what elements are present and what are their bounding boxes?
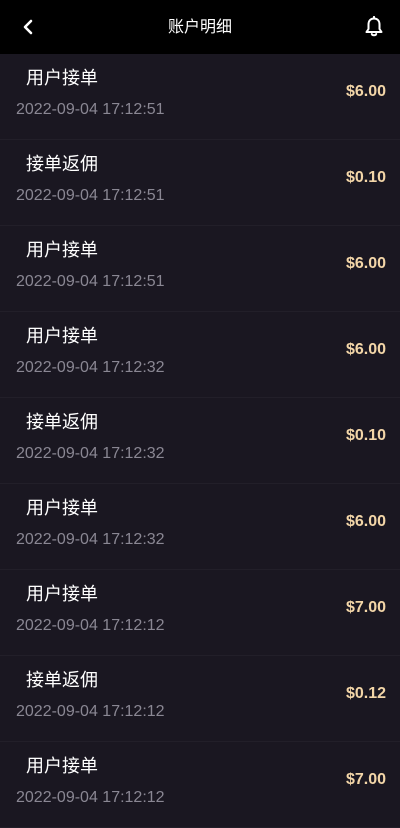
bell-icon	[365, 16, 383, 37]
record-time: 2022-09-04 17:12:12	[16, 789, 165, 806]
list-item[interactable]: 接单返佣 2022-09-04 17:12:12 $0.12	[0, 656, 400, 742]
list-item[interactable]: 接单返佣 2022-09-04 17:12:32 $0.10	[0, 398, 400, 484]
list-item[interactable]: 接单返佣 2022-09-04 17:12:51 $0.10	[0, 140, 400, 226]
record-amount: $6.00	[345, 513, 386, 530]
record-title: 用户接单	[26, 498, 98, 519]
list-item[interactable]: 用户接单 2022-09-04 17:12:32 $6.00	[0, 312, 400, 398]
record-amount: $6.00	[345, 341, 386, 358]
list-item[interactable]: 用户接单 2022-09-04 17:12:51 $6.00	[0, 54, 400, 140]
top-bar: 账户明细	[0, 0, 400, 54]
record-title: 用户接单	[26, 326, 98, 347]
record-amount: $0.10	[345, 169, 386, 186]
record-title: 用户接单	[26, 240, 98, 261]
record-time: 2022-09-04 17:12:51	[16, 273, 165, 290]
record-amount: $0.12	[345, 685, 386, 702]
record-time: 2022-09-04 17:12:12	[16, 617, 165, 634]
list-item[interactable]: 用户接单 2022-09-04 17:12:12 $7.00	[0, 570, 400, 656]
record-time: 2022-09-04 17:12:51	[16, 101, 165, 118]
record-title: 接单返佣	[26, 154, 98, 175]
record-amount: $7.00	[345, 771, 386, 788]
record-title: 用户接单	[26, 68, 98, 89]
record-amount: $6.00	[345, 255, 386, 272]
record-time: 2022-09-04 17:12:12	[16, 703, 165, 720]
record-time: 2022-09-04 17:12:51	[16, 187, 165, 204]
list-item[interactable]: 用户接单 2022-09-04 17:12:32 $6.00	[0, 484, 400, 570]
record-amount: $6.00	[345, 83, 386, 100]
record-amount: $7.00	[345, 599, 386, 616]
record-time: 2022-09-04 17:12:32	[16, 445, 165, 462]
record-time: 2022-09-04 17:12:32	[16, 359, 165, 376]
record-amount: $0.10	[345, 427, 386, 444]
list-item[interactable]: 用户接单 2022-09-04 17:12:51 $6.00	[0, 226, 400, 312]
page-title: 账户明细	[167, 17, 232, 36]
notification-button[interactable]	[360, 13, 388, 41]
record-time: 2022-09-04 17:12:32	[16, 531, 165, 548]
record-title: 接单返佣	[26, 670, 98, 691]
record-title: 用户接单	[26, 756, 98, 777]
record-title: 用户接单	[26, 584, 98, 605]
list-item[interactable]: 用户接单 2022-09-04 17:12:12 $7.00	[0, 742, 400, 828]
account-record-list: 用户接单 2022-09-04 17:12:51 $6.00 接单返佣 2022…	[0, 54, 400, 828]
record-title: 接单返佣	[26, 412, 98, 433]
